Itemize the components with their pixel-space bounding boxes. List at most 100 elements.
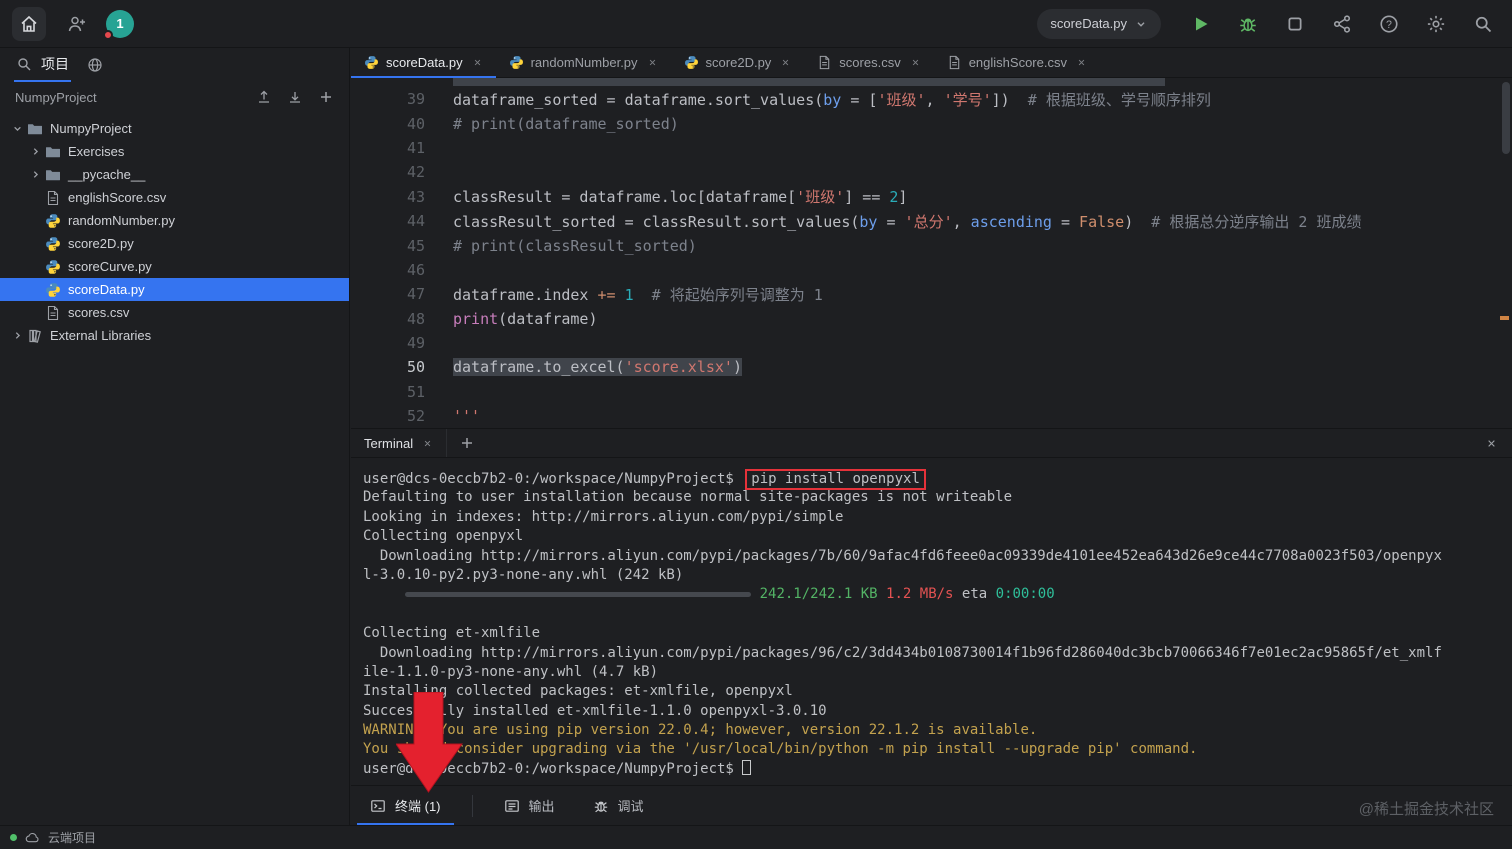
python-icon [45, 236, 61, 252]
folder-icon [45, 144, 61, 160]
code-line-50: 50dataframe.to_excel('score.xlsx') [351, 355, 1512, 379]
tab-label: score2D.py [706, 55, 772, 70]
tab-score2D.py[interactable]: score2D.py [671, 48, 805, 77]
close-icon[interactable] [780, 57, 791, 68]
home-button[interactable] [12, 7, 46, 41]
run-config-selector[interactable]: scoreData.py [1037, 9, 1161, 39]
line-number: 42 [351, 163, 425, 181]
code-line-45: 45# print(classResult_sorted) [351, 233, 1512, 257]
tree-item-NumpyProject[interactable]: NumpyProject [0, 117, 349, 140]
terminal-line: Downloading http://mirrors.aliyun.com/py… [363, 644, 1512, 663]
terminal-line: Successfully installed et-xmlfile-1.1.0 … [363, 702, 1512, 721]
toolwindow-debug-button[interactable]: 调试 [586, 786, 651, 825]
share-button[interactable] [1325, 7, 1359, 41]
code-editor[interactable]: 39dataframe_sorted = dataframe.sort_valu… [351, 78, 1512, 428]
tree-item-scoreData.py[interactable]: scoreData.py [0, 278, 349, 301]
close-icon[interactable] [647, 57, 658, 68]
search-icon [1473, 14, 1493, 34]
terminal-tab-bar: Terminal [351, 428, 1512, 458]
line-number: 46 [351, 261, 425, 279]
tree-item-score2D.py[interactable]: score2D.py [0, 232, 349, 255]
terminal-tool-icon [370, 798, 386, 814]
tree-item-scores.csv[interactable]: scores.csv [0, 301, 349, 324]
tree-item-Exercises[interactable]: Exercises [0, 140, 349, 163]
tree-item-label: scores.csv [68, 305, 129, 320]
line-number: 51 [351, 383, 425, 401]
tree-item-label: NumpyProject [50, 121, 132, 136]
add-user-button[interactable] [60, 7, 94, 41]
tab-englishScore.csv[interactable]: englishScore.csv [934, 48, 1100, 77]
globe-icon[interactable] [87, 57, 103, 73]
code-line-48: 48print(dataframe) [351, 307, 1512, 331]
code-line-43: 43classResult = dataframe.loc[dataframe[… [351, 185, 1512, 209]
editor-scrollbar[interactable] [1502, 82, 1510, 154]
download-progress-bar [405, 592, 751, 597]
tree-item-englishScore.csv[interactable]: englishScore.csv [0, 186, 349, 209]
tab-project-label: 项目 [41, 54, 69, 74]
tree-item-label: __pycache__ [68, 167, 145, 182]
python-icon [45, 259, 61, 275]
terminal-line: Downloading http://mirrors.aliyun.com/py… [363, 547, 1512, 566]
python-icon [364, 55, 379, 70]
close-icon[interactable] [910, 57, 921, 68]
add-icon[interactable] [318, 89, 334, 105]
annotation-arrow [396, 692, 464, 794]
run-button[interactable] [1184, 7, 1218, 41]
csv-icon [817, 55, 832, 70]
new-terminal-button[interactable] [459, 435, 475, 451]
tab-scoreData.py[interactable]: scoreData.py [351, 48, 496, 77]
stop-button[interactable] [1278, 7, 1312, 41]
csv-icon [45, 190, 61, 206]
tab-label: scores.csv [839, 55, 900, 70]
code-line-47: 47dataframe.index += 1 # 将起始序列号调整为 1 [351, 282, 1512, 306]
python-icon [684, 55, 699, 70]
toolwindow-output-button[interactable]: 输出 [497, 786, 562, 825]
library-icon [27, 328, 43, 344]
tab-scores.csv[interactable]: scores.csv [804, 48, 933, 77]
settings-button[interactable] [1419, 7, 1453, 41]
close-panel-icon[interactable] [1485, 437, 1498, 450]
folder-icon [27, 121, 43, 137]
code-line-42: 42 [351, 160, 1512, 184]
close-terminal-tab-icon[interactable] [422, 438, 433, 449]
close-icon[interactable] [472, 57, 483, 68]
editor-tab-bar: scoreData.pyrandomNumber.py score2D.py sco… [351, 48, 1512, 78]
terminal-line: ile-1.1.0-py3-none-any.whl (4.7 kB) [363, 663, 1512, 682]
code-line-39: 39dataframe_sorted = dataframe.sort_valu… [351, 87, 1512, 111]
avatar[interactable]: 1 [106, 10, 134, 38]
tab-project[interactable]: 项目 [14, 48, 71, 82]
tree-item-__pycache__[interactable]: __pycache__ [0, 163, 349, 186]
terminal-line: Defaulting to user installation because … [363, 488, 1512, 507]
watermark: @稀土掘金技术社区 [1359, 798, 1494, 819]
upload-icon[interactable] [256, 89, 272, 105]
tree-item-label: scoreCurve.py [68, 259, 152, 274]
tree-item-External Libraries[interactable]: External Libraries [0, 324, 349, 347]
toolwindow-label: 输出 [529, 796, 555, 815]
terminal-output[interactable]: user@dcs-0eccb7b2-0:/workspace/NumpyProj… [351, 458, 1512, 785]
output-tool-icon [504, 798, 520, 814]
home-icon [19, 14, 39, 34]
project-tree: NumpyProject Exercises __pycache__ englishS… [0, 112, 349, 825]
cloud-icon [25, 830, 40, 845]
settings-icon [1426, 14, 1446, 34]
terminal-line: 242.1/242.1 KB 1.2 MB/s eta 0:00:00 [363, 585, 1512, 604]
tree-item-label: scoreData.py [68, 282, 145, 297]
code-line-41: 41 [351, 136, 1512, 160]
toolwindow-label: 调试 [618, 796, 644, 815]
terminal-tab[interactable]: Terminal [351, 429, 447, 457]
terminal-line: user@dcs-0eccb7b2-0:/workspace/NumpyProj… [363, 760, 1512, 779]
tab-randomNumber.py[interactable]: randomNumber.py [496, 48, 671, 77]
tree-item-label: score2D.py [68, 236, 134, 251]
help-button[interactable]: ? [1372, 7, 1406, 41]
sidebar: 项目 NumpyProject NumpyProject Exercises __p… [0, 48, 350, 825]
line-number: 44 [351, 212, 425, 230]
download-icon[interactable] [287, 89, 303, 105]
chevron-right-icon [29, 168, 42, 181]
tree-item-randomNumber.py[interactable]: randomNumber.py [0, 209, 349, 232]
code-line-52: 52''' [351, 404, 1512, 428]
search-button[interactable] [1466, 7, 1500, 41]
debug-button[interactable] [1231, 7, 1265, 41]
close-icon[interactable] [1076, 57, 1087, 68]
tree-item-scoreCurve.py[interactable]: scoreCurve.py [0, 255, 349, 278]
notification-dot [103, 30, 113, 40]
